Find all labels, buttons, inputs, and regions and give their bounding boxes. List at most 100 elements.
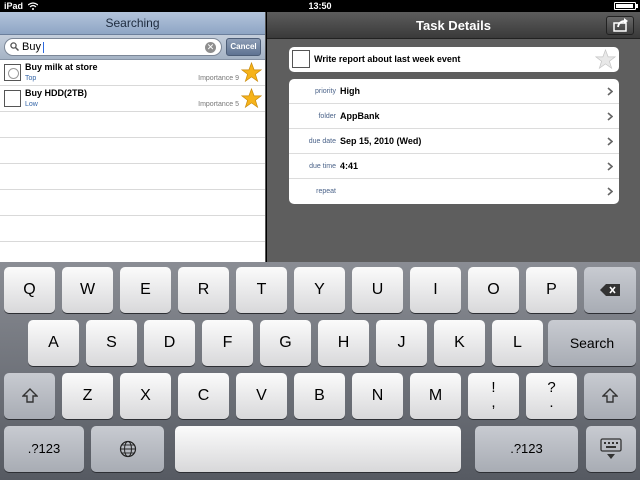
key-l[interactable]: L: [492, 320, 543, 366]
empty-row: [0, 164, 265, 190]
key-j[interactable]: J: [376, 320, 427, 366]
task-details-header: Task Details: [267, 12, 640, 39]
shift-key-left[interactable]: [4, 373, 55, 419]
search-key[interactable]: Search: [548, 320, 636, 366]
key-o[interactable]: O: [468, 267, 519, 313]
property-label: priority: [314, 88, 336, 95]
shift-icon: [21, 388, 38, 403]
result-importance: Importance 5: [198, 101, 239, 108]
key-h[interactable]: H: [318, 320, 369, 366]
search-query: Buy: [22, 41, 41, 53]
property-value: AppBank: [340, 111, 380, 121]
hide-keyboard-icon: [600, 438, 622, 459]
numbers-key-left[interactable]: .?123: [4, 426, 84, 472]
clock: 13:50: [308, 1, 332, 11]
property-label: repeat: [316, 188, 336, 195]
result-row[interactable]: Buy milk at store Top Importance 9: [0, 60, 265, 86]
key-c[interactable]: C: [178, 373, 229, 419]
key-top-char: !: [491, 379, 496, 396]
search-pane: Searching Buy ✕ Cancel Buy milk at store…: [0, 12, 266, 262]
key-z[interactable]: Z: [62, 373, 113, 419]
clear-search-icon[interactable]: ✕: [205, 42, 216, 53]
property-due-time[interactable]: due time 4:41: [289, 154, 619, 179]
key-k[interactable]: K: [434, 320, 485, 366]
property-repeat[interactable]: repeat: [289, 179, 619, 204]
key-x[interactable]: X: [120, 373, 171, 419]
property-due-date[interactable]: due date Sep 15, 2010 (Wed): [289, 129, 619, 154]
shift-key-right[interactable]: [584, 373, 636, 419]
space-bar[interactable]: [175, 426, 461, 472]
key-e[interactable]: E: [120, 267, 171, 313]
property-value: Sep 15, 2010 (Wed): [340, 136, 422, 146]
result-row[interactable]: Buy HDD(2TB) Low Importance 5: [0, 86, 265, 112]
key-v[interactable]: V: [236, 373, 287, 419]
property-folder[interactable]: folder AppBank: [289, 104, 619, 129]
key-exclaim-comma[interactable]: ! ,: [468, 373, 519, 419]
key-w[interactable]: W: [62, 267, 113, 313]
key-g[interactable]: G: [260, 320, 311, 366]
page-title: Task Details: [416, 18, 491, 33]
task-checkbox[interactable]: [292, 50, 310, 68]
key-i[interactable]: I: [410, 267, 461, 313]
key-s[interactable]: S: [86, 320, 137, 366]
property-label: folder: [318, 113, 336, 120]
key-bottom-char: .: [549, 394, 554, 411]
shift-icon: [602, 388, 618, 403]
key-n[interactable]: N: [352, 373, 403, 419]
result-importance: Importance 9: [198, 75, 239, 82]
empty-row: [0, 138, 265, 164]
search-input[interactable]: Buy ✕: [4, 38, 222, 56]
ipad-screen: iPad 13:50 Searching Buy ✕ Cancel Buy mi…: [0, 0, 640, 480]
key-y[interactable]: Y: [294, 267, 345, 313]
chevron-right-icon: [607, 162, 613, 171]
search-bar: Buy ✕ Cancel: [0, 35, 265, 60]
result-title: Buy milk at store: [25, 62, 98, 72]
task-checkbox[interactable]: [4, 64, 21, 81]
key-q[interactable]: Q: [4, 267, 55, 313]
star-outline-icon[interactable]: [595, 49, 616, 70]
property-label: due date: [308, 138, 336, 145]
key-m[interactable]: M: [410, 373, 461, 419]
globe-key[interactable]: [91, 426, 164, 472]
task-checkbox[interactable]: [4, 90, 21, 107]
empty-row: [0, 112, 265, 138]
search-icon: [10, 42, 19, 51]
backspace-icon: [600, 284, 620, 296]
empty-row: [0, 190, 265, 216]
key-d[interactable]: D: [144, 320, 195, 366]
task-card[interactable]: Write report about last week event: [289, 47, 619, 72]
chevron-right-icon: [607, 112, 613, 121]
property-label: due time: [309, 163, 336, 170]
hide-keyboard-key[interactable]: [586, 426, 636, 472]
chevron-right-icon: [607, 187, 613, 196]
key-a[interactable]: A: [28, 320, 79, 366]
share-icon: [613, 18, 628, 32]
key-question-period[interactable]: ? .: [526, 373, 577, 419]
result-category: Top: [25, 75, 37, 82]
property-value: High: [340, 86, 360, 96]
search-pane-title: Searching: [0, 12, 265, 35]
star-icon[interactable]: [241, 62, 262, 83]
share-button[interactable]: [606, 16, 634, 35]
numbers-key-right[interactable]: .?123: [475, 426, 578, 472]
key-u[interactable]: U: [352, 267, 403, 313]
key-t[interactable]: T: [236, 267, 287, 313]
status-bar: iPad 13:50: [0, 0, 640, 12]
key-f[interactable]: F: [202, 320, 253, 366]
globe-icon: [119, 440, 136, 458]
chevron-right-icon: [607, 137, 613, 146]
chevron-right-icon: [607, 87, 613, 96]
property-priority[interactable]: priority High: [289, 79, 619, 104]
star-icon[interactable]: [241, 88, 262, 109]
backspace-key[interactable]: [584, 267, 636, 313]
onscreen-keyboard: Q W E R T Y U I O P A S D F G H J K L Se…: [0, 262, 640, 480]
key-bottom-char: ,: [491, 394, 496, 411]
text-caret: [43, 42, 44, 53]
key-b[interactable]: B: [294, 373, 345, 419]
battery-icon: [614, 2, 638, 10]
empty-row: [0, 242, 265, 262]
key-r[interactable]: R: [178, 267, 229, 313]
key-p[interactable]: P: [526, 267, 577, 313]
cancel-button[interactable]: Cancel: [226, 38, 261, 56]
property-value: 4:41: [340, 161, 359, 171]
